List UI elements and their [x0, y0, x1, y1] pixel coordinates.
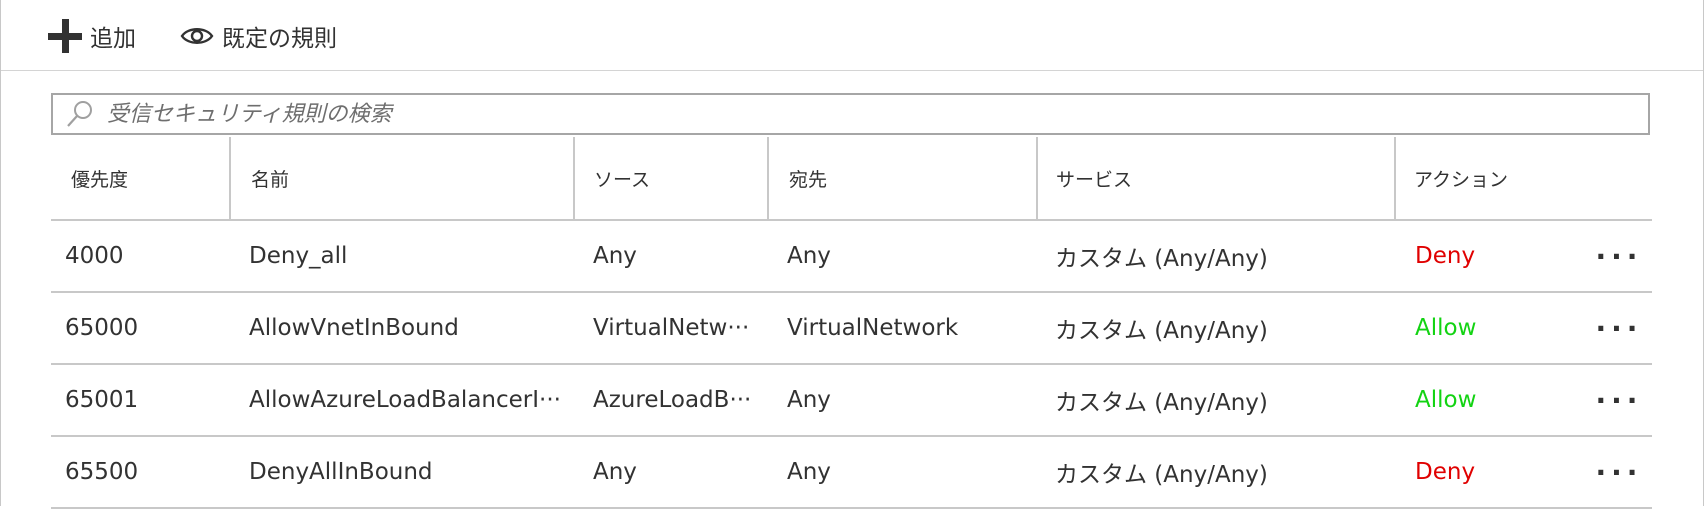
search-icon: [67, 101, 92, 127]
plus-icon: [48, 19, 82, 53]
panel-right-border: [1703, 0, 1704, 506]
cell-destination: Any: [787, 243, 831, 269]
row-more-button[interactable]: ···: [1589, 221, 1649, 291]
column-resize-handle[interactable]: [1394, 137, 1396, 219]
cell-service: カスタム (Any/Any): [1055, 462, 1268, 488]
search-input[interactable]: [105, 100, 1648, 128]
command-toolbar: 追加 既定の規則: [0, 0, 1703, 70]
column-header-action[interactable]: アクション: [1414, 137, 1508, 219]
toolbar-divider: [1, 70, 1703, 71]
table-header: 優先度 名前 ソース 宛先 サービス アクション: [51, 137, 1652, 221]
cell-service: カスタム (Any/Any): [1055, 318, 1268, 344]
column-header-service[interactable]: サービス: [1056, 137, 1132, 219]
cell-action-allow: Allow: [1415, 387, 1477, 413]
add-button[interactable]: 追加: [48, 15, 136, 57]
cell-action-deny: Deny: [1415, 243, 1476, 269]
cell-name: DenyAllInBound: [249, 459, 433, 485]
cell-source: VirtualNetw···: [593, 315, 750, 341]
cell-service: カスタム (Any/Any): [1055, 246, 1268, 272]
column-resize-handle[interactable]: [573, 137, 575, 219]
column-resize-handle[interactable]: [1036, 137, 1038, 219]
cell-action-allow: Allow: [1415, 315, 1477, 341]
cell-source: AzureLoadB···: [593, 387, 752, 413]
add-button-label: 追加: [90, 26, 136, 52]
cell-action-deny: Deny: [1415, 459, 1476, 485]
default-rules-button[interactable]: 既定の規則: [180, 15, 337, 57]
default-rules-button-label: 既定の規則: [222, 26, 337, 52]
cell-name: Deny_all: [249, 243, 348, 269]
panel-left-border: [0, 0, 1, 506]
rule-search-box[interactable]: [51, 93, 1650, 135]
cell-destination: VirtualNetwork: [787, 315, 959, 341]
cell-priority: 65500: [65, 459, 139, 485]
table-row[interactable]: 65000 AllowVnetInBound VirtualNetw··· Vi…: [51, 293, 1652, 365]
column-header-source[interactable]: ソース: [594, 137, 650, 219]
cell-destination: Any: [787, 459, 831, 485]
cell-name: AllowVnetInBound: [249, 315, 459, 341]
row-more-button[interactable]: ···: [1589, 365, 1649, 435]
cell-priority: 4000: [65, 243, 124, 269]
cell-service: カスタム (Any/Any): [1055, 390, 1268, 416]
inbound-rules-table: 優先度 名前 ソース 宛先 サービス アクション 4000 Deny_all A…: [51, 137, 1652, 509]
cell-name: AllowAzureLoadBalancerI···: [249, 387, 561, 413]
cell-source: Any: [593, 243, 637, 269]
cell-source: Any: [593, 459, 637, 485]
row-more-button[interactable]: ···: [1589, 293, 1649, 363]
eye-icon: [180, 28, 214, 44]
column-resize-handle[interactable]: [767, 137, 769, 219]
column-header-name[interactable]: 名前: [251, 137, 289, 219]
cell-destination: Any: [787, 387, 831, 413]
column-resize-handle[interactable]: [229, 137, 231, 219]
cell-priority: 65001: [65, 387, 139, 413]
cell-priority: 65000: [65, 315, 139, 341]
table-row[interactable]: 65500 DenyAllInBound Any Any カスタム (Any/A…: [51, 437, 1652, 509]
table-row[interactable]: 4000 Deny_all Any Any カスタム (Any/Any) Den…: [51, 221, 1652, 293]
column-header-priority[interactable]: 優先度: [71, 137, 128, 219]
row-more-button[interactable]: ···: [1589, 437, 1649, 507]
table-row[interactable]: 65001 AllowAzureLoadBalancerI··· AzureLo…: [51, 365, 1652, 437]
column-header-destination[interactable]: 宛先: [789, 137, 827, 219]
